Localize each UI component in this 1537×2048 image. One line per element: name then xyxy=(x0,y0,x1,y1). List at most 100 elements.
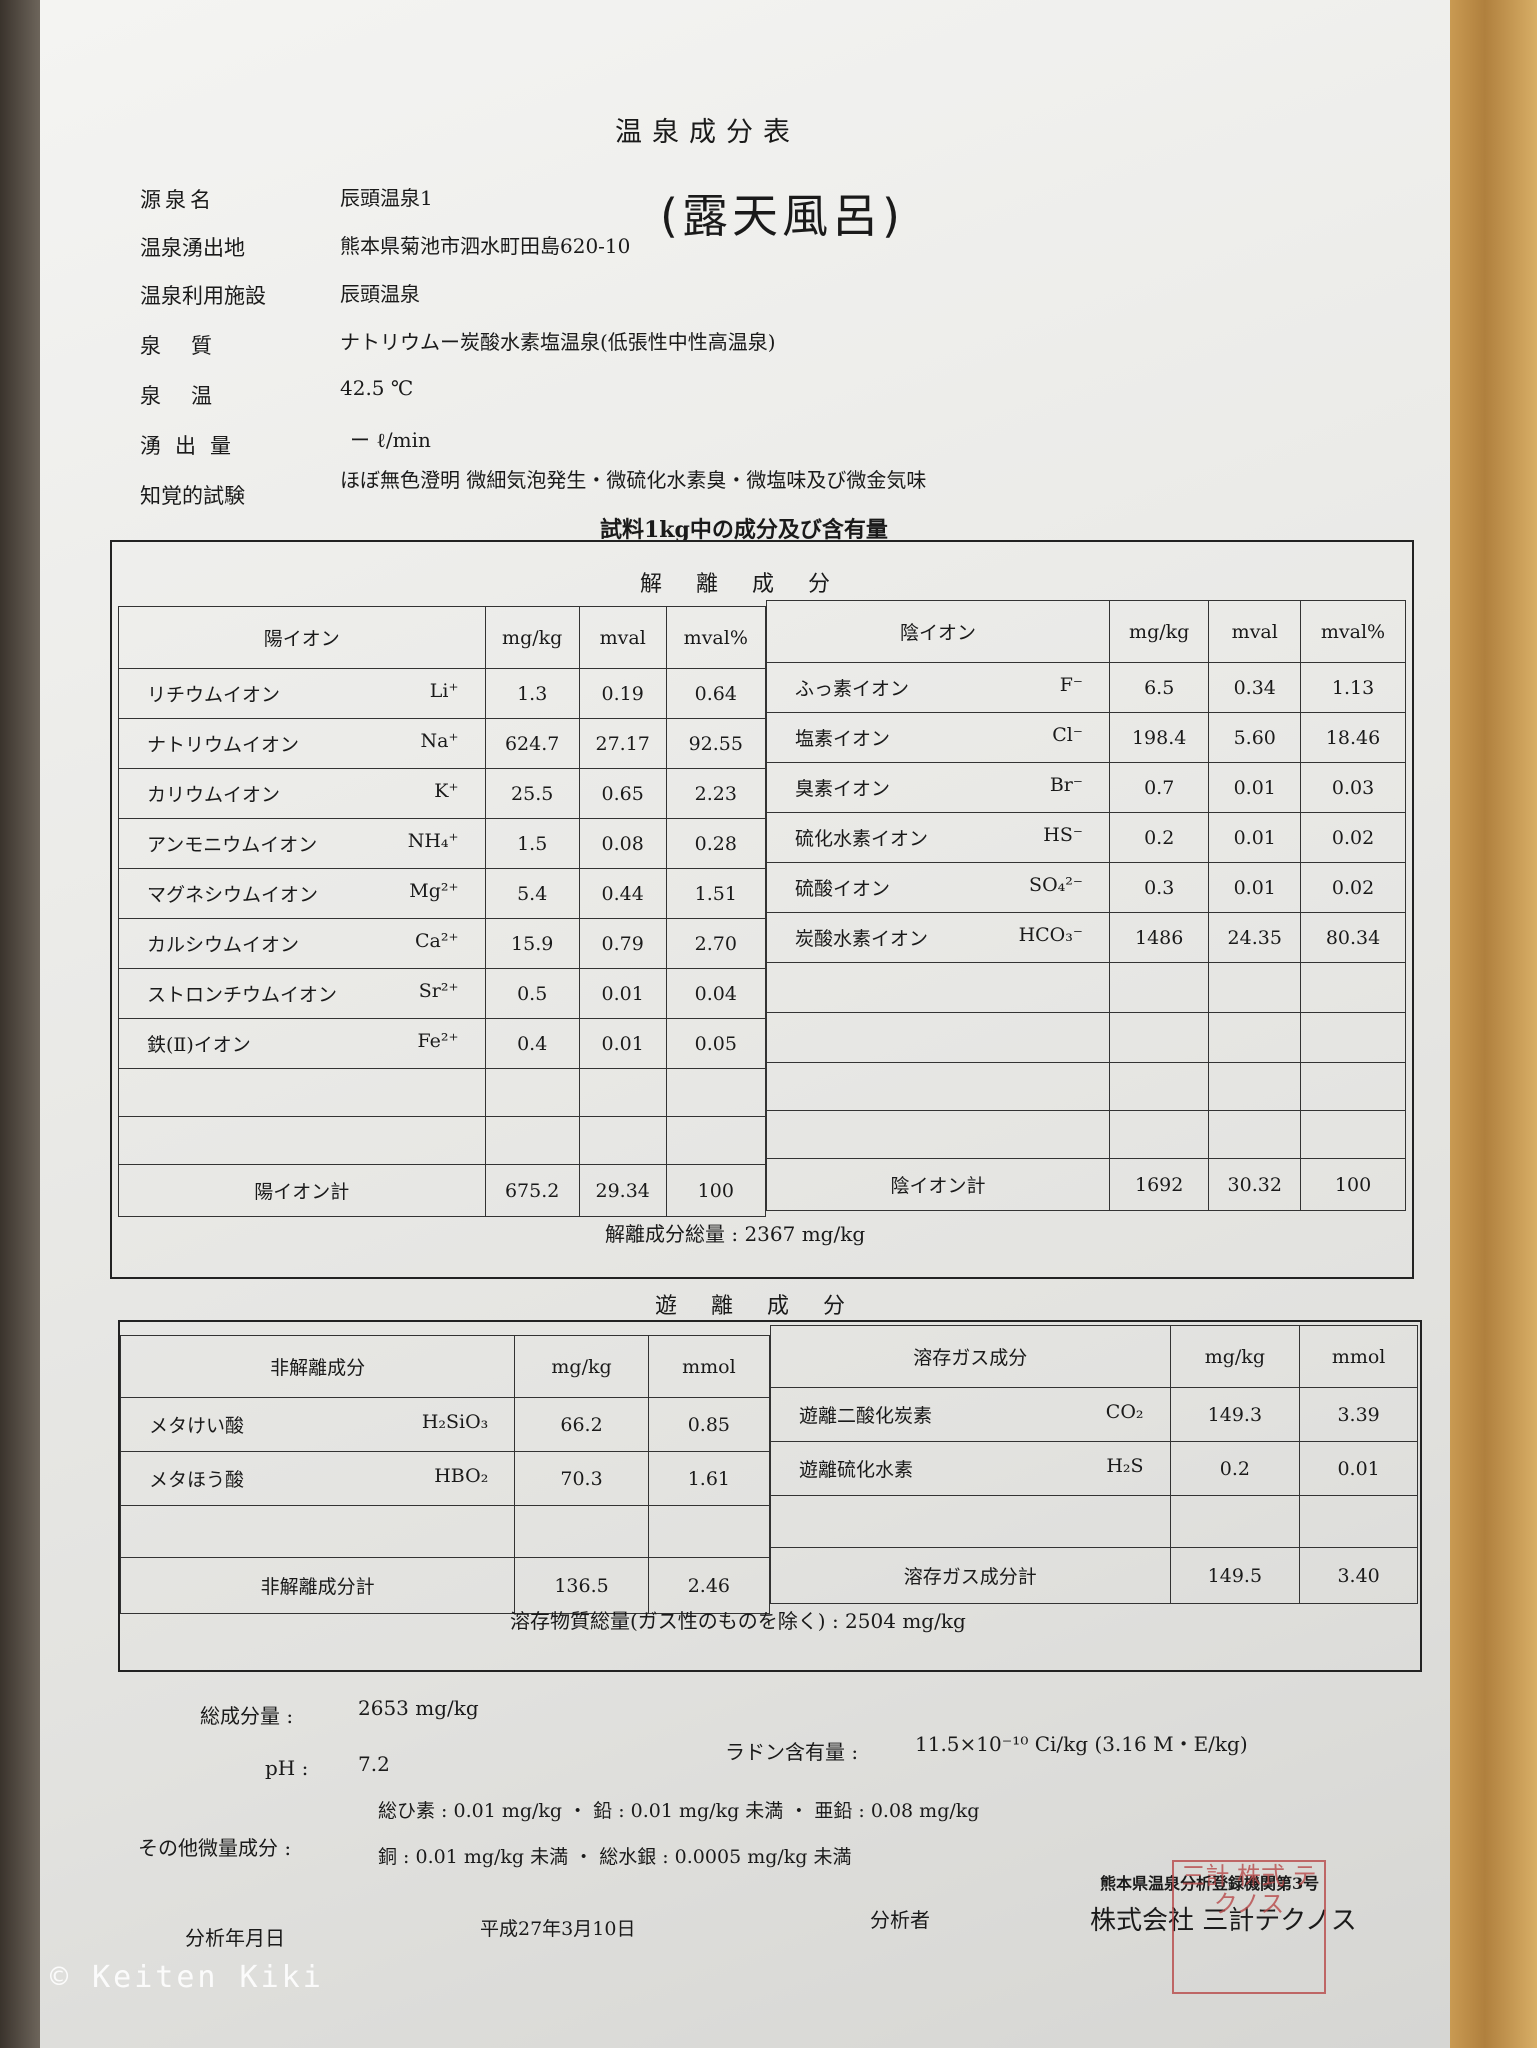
radon-label: ラドン含有量 : xyxy=(725,1740,859,1764)
component-name: 遊離二酸化炭素 xyxy=(799,1405,933,1427)
ion-name: マグネシウムイオン xyxy=(147,884,319,906)
col-header: mval% xyxy=(1300,600,1406,663)
field-label: 泉温 xyxy=(140,384,242,408)
field-label: 温泉利用施設 xyxy=(140,284,266,308)
total-label: 総成分量 : xyxy=(200,1704,294,1728)
dissociated-total: 解離成分総量 : 2367 mg/kg xyxy=(605,1222,866,1246)
mg-cell: 198.4 xyxy=(1108,712,1210,763)
anion-table: 陰イオン mg/kg mval mval% ふっ素イオン F⁻ 6.5 0.34 1.1… xyxy=(766,600,1406,1211)
mg-cell: 0.4 xyxy=(484,1018,580,1069)
dissolved-total: 溶存物質総量(ガス性のものを除く) : 2504 mg/kg xyxy=(510,1609,966,1633)
table-row: カリウムイオン K⁺ 25.5 0.65 2.23 xyxy=(118,768,767,819)
mval-cell: 0.19 xyxy=(578,668,667,719)
mg-cell: 0.2 xyxy=(1108,812,1210,863)
ion-symbol: Br⁻ xyxy=(1049,774,1083,796)
table-row: ふっ素イオン F⁻ 6.5 0.34 1.13 xyxy=(766,662,1406,713)
field-value: 42.5 ℃ xyxy=(340,376,414,400)
pct-cell: 92.55 xyxy=(665,718,767,769)
table-row: メタけい酸 H₂SiO₃ 66.2 0.85 xyxy=(119,1397,771,1452)
mval-cell: 0.01 xyxy=(1208,812,1302,863)
field-value: 熊本県菊池市泗水町田島620-10 xyxy=(340,234,631,258)
field-label: 湧出量 xyxy=(140,434,245,458)
col-header: 溶存ガス成分 xyxy=(770,1325,1171,1388)
col-header: mg/kg xyxy=(514,1335,649,1398)
mg-cell: 1486 xyxy=(1108,912,1210,963)
table-row xyxy=(119,1505,771,1558)
pct-cell: 2.23 xyxy=(665,768,767,819)
pct-cell: 0.03 xyxy=(1300,762,1406,813)
mmol-cell: 0.85 xyxy=(647,1397,771,1452)
col-header: mg/kg xyxy=(1108,600,1210,663)
mval-cell: 0.34 xyxy=(1208,662,1302,713)
ion-symbol: Fe²⁺ xyxy=(417,1030,459,1052)
date-label: 分析年月日 xyxy=(185,1926,285,1950)
table-row: 遊離二酸化炭素 CO₂ 149.3 3.39 xyxy=(770,1387,1418,1442)
ion-name: ふっ素イオン xyxy=(795,678,910,700)
mval-cell: 0.01 xyxy=(1208,862,1302,913)
analyst-label: 分析者 xyxy=(870,1908,930,1932)
mmol-cell: 3.40 xyxy=(1299,1547,1418,1604)
pct-cell: 0.04 xyxy=(665,968,767,1019)
total-row: 溶存ガス成分計 149.5 3.40 xyxy=(770,1547,1418,1604)
trace-line-2: 銅 : 0.01 mg/kg 未満 ・ 総水銀 : 0.0005 mg/kg 未… xyxy=(378,1846,852,1868)
mval-cell: 5.60 xyxy=(1208,712,1302,763)
pct-cell: 1.13 xyxy=(1300,662,1406,713)
field-label: 温泉湧出地 xyxy=(140,236,245,260)
pct-cell: 100 xyxy=(1300,1158,1406,1211)
total-label: 溶存ガス成分計 xyxy=(770,1547,1171,1604)
free-heading: 遊離成分 xyxy=(655,1294,880,1319)
ion-symbol: HS⁻ xyxy=(1043,824,1083,846)
table-row xyxy=(766,1062,1406,1111)
ion-symbol: NH₄⁺ xyxy=(407,830,459,852)
table-row xyxy=(766,1110,1406,1159)
field-value: ー ℓ/min xyxy=(350,428,431,452)
mg-cell: 624.7 xyxy=(484,718,580,769)
mg-cell: 1.3 xyxy=(484,668,580,719)
pct-cell: 1.51 xyxy=(665,868,767,919)
table-row xyxy=(770,1495,1418,1548)
ion-symbol: Mg²⁺ xyxy=(409,880,459,902)
pct-cell: 0.28 xyxy=(665,818,767,869)
mg-cell: 66.2 xyxy=(514,1397,649,1452)
field-value: 辰頭温泉 xyxy=(340,282,420,306)
mg-cell: 149.5 xyxy=(1169,1547,1301,1604)
mval-cell: 29.34 xyxy=(578,1164,667,1217)
mg-cell: 5.4 xyxy=(484,868,580,919)
table-row: マグネシウムイオン Mg²⁺ 5.4 0.44 1.51 xyxy=(118,868,767,919)
background-left xyxy=(0,0,40,2048)
component-formula: HBO₂ xyxy=(434,1465,489,1487)
pct-cell: 0.02 xyxy=(1300,862,1406,913)
pct-cell: 2.70 xyxy=(665,918,767,969)
ion-symbol: F⁻ xyxy=(1059,674,1083,696)
pct-cell: 0.02 xyxy=(1300,812,1406,863)
table-row xyxy=(766,1012,1406,1063)
mval-cell: 0.01 xyxy=(1208,762,1302,813)
total-value: 2653 mg/kg xyxy=(358,1696,479,1720)
ph-label: pH : xyxy=(265,1756,309,1780)
pct-cell: 80.34 xyxy=(1300,912,1406,963)
ion-name: ナトリウムイオン xyxy=(147,734,300,756)
cation-table: 陽イオン mg/kg mval mval% リチウムイオン Li⁺ 1.3 0.19 0… xyxy=(118,606,767,1217)
mg-cell: 25.5 xyxy=(484,768,580,819)
ion-name: 硫化水素イオン xyxy=(795,828,929,850)
ion-name: リチウムイオン xyxy=(147,684,281,706)
component-formula: H₂SiO₃ xyxy=(421,1411,489,1433)
table-row xyxy=(766,962,1406,1013)
pct-cell: 100 xyxy=(665,1164,767,1217)
mval-cell: 0.65 xyxy=(578,768,667,819)
dissociated-heading: 解離成分 xyxy=(640,572,865,597)
mmol-cell: 0.01 xyxy=(1299,1441,1418,1496)
field-label: 知覚的試験 xyxy=(140,484,245,508)
table-row: ナトリウムイオン Na⁺ 624.7 27.17 92.55 xyxy=(118,718,767,769)
col-header: mg/kg xyxy=(1169,1325,1301,1388)
total-label: 陽イオン計 xyxy=(118,1164,486,1217)
table-row: アンモニウムイオン NH₄⁺ 1.5 0.08 0.28 xyxy=(118,818,767,869)
total-row: 陰イオン計 1692 30.32 100 xyxy=(766,1158,1406,1211)
table-row xyxy=(118,1116,767,1165)
field-label: 泉質 xyxy=(140,334,242,358)
mval-cell: 30.32 xyxy=(1208,1158,1302,1211)
component-formula: H₂S xyxy=(1106,1455,1144,1477)
table-row: 鉄(Ⅱ)イオン Fe²⁺ 0.4 0.01 0.05 xyxy=(118,1018,767,1069)
total-label: 非解離成分計 xyxy=(119,1557,516,1614)
mg-cell: 0.2 xyxy=(1169,1441,1301,1496)
